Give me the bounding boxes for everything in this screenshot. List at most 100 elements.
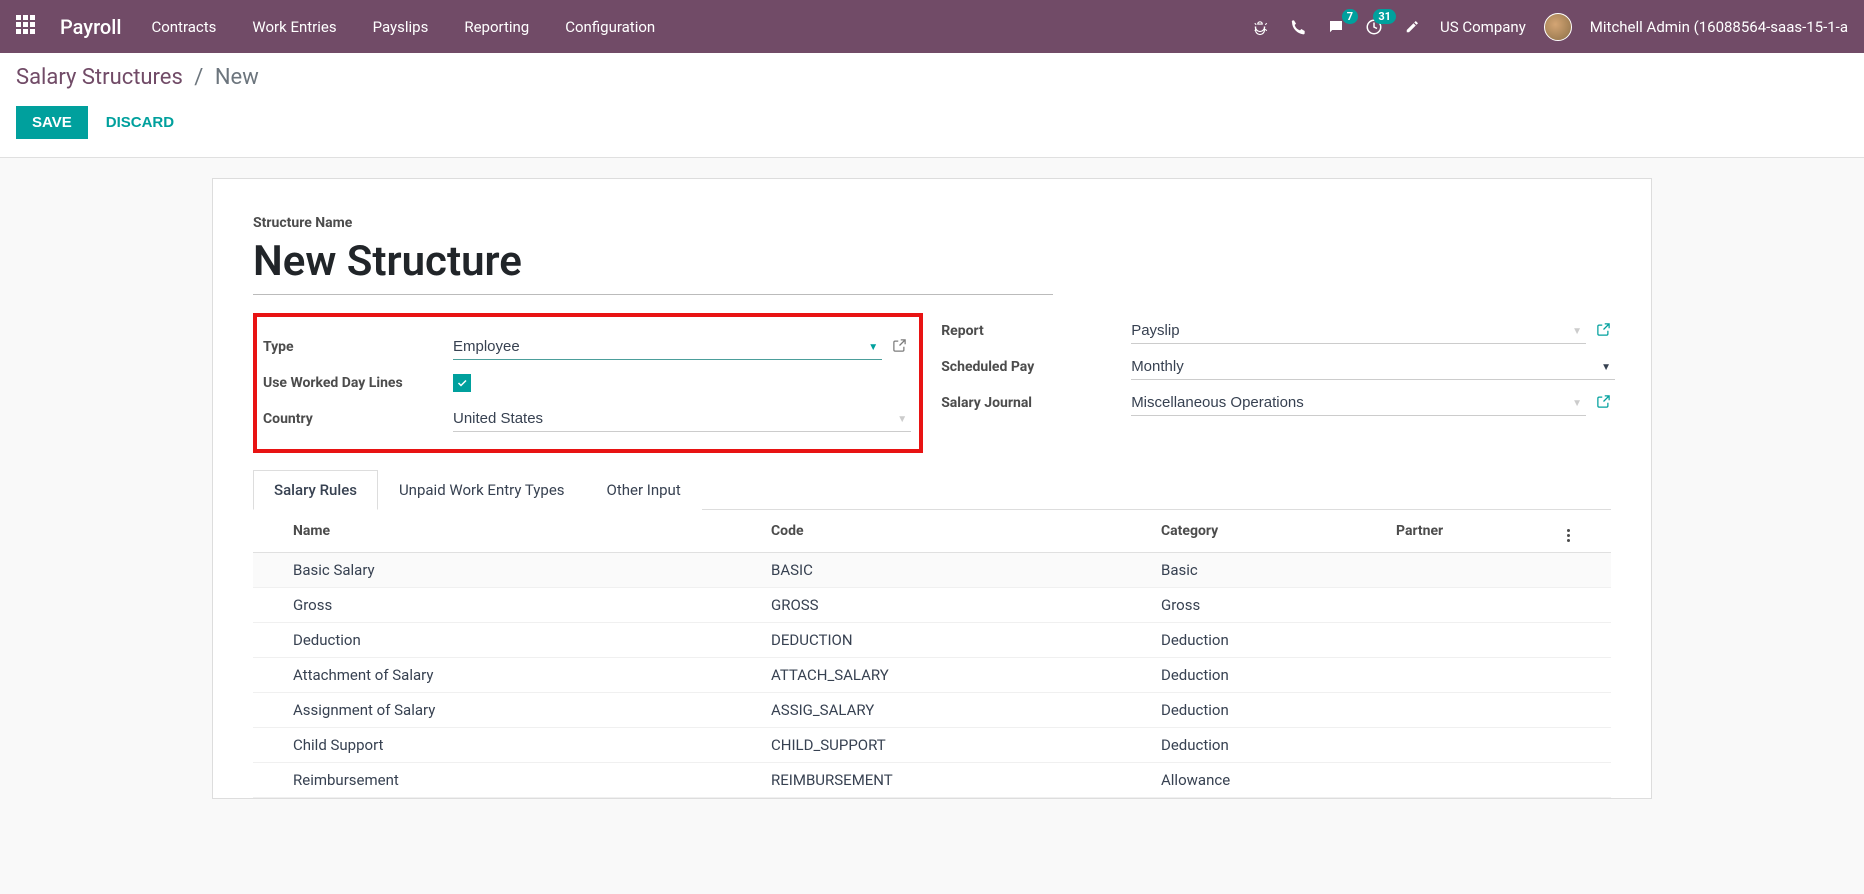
cell-code: ATTACH_SALARY xyxy=(763,658,1153,693)
breadcrumb-root[interactable]: Salary Structures xyxy=(16,65,183,90)
right-column: Report ▼ Scheduled Pay ▼ Salary Journal xyxy=(941,313,1611,421)
table-row[interactable]: DeductionDEDUCTIONDeduction xyxy=(253,623,1611,658)
cell-code: REIMBURSEMENT xyxy=(763,763,1153,798)
tab-other-input[interactable]: Other Input xyxy=(586,470,702,510)
salary-rules-table: Name Code Category Partner Basic SalaryB… xyxy=(253,510,1611,798)
table-row[interactable]: Assignment of SalaryASSIG_SALARYDeductio… xyxy=(253,693,1611,728)
structure-name-field[interactable] xyxy=(253,235,1053,295)
tabs: Salary Rules Unpaid Work Entry Types Oth… xyxy=(253,469,1611,510)
cell-name: Basic Salary xyxy=(253,553,763,588)
cell-category: Basic xyxy=(1153,553,1388,588)
type-field[interactable] xyxy=(453,334,882,360)
sched-row: Scheduled Pay ▼ xyxy=(941,349,1611,385)
structure-name-label: Structure Name xyxy=(253,215,1611,231)
cell-name: Reimbursement xyxy=(253,763,763,798)
activity-badge: 31 xyxy=(1373,9,1396,24)
sched-field[interactable] xyxy=(1131,354,1615,380)
cell-code: CHILD_SUPPORT xyxy=(763,728,1153,763)
save-button[interactable]: SAVE xyxy=(16,106,88,139)
breadcrumb-current: New xyxy=(215,65,259,90)
app-brand[interactable]: Payroll xyxy=(60,15,121,39)
messages-icon[interactable]: 7 xyxy=(1326,17,1346,37)
cell-name: Assignment of Salary xyxy=(253,693,763,728)
uwd-checkbox[interactable] xyxy=(453,374,471,392)
cell-partner xyxy=(1388,553,1559,588)
journal-label: Salary Journal xyxy=(941,395,1131,411)
discard-button[interactable]: DISCARD xyxy=(106,114,174,131)
avatar[interactable] xyxy=(1544,13,1572,41)
col-code[interactable]: Code xyxy=(763,510,1153,553)
nav-configuration[interactable]: Configuration xyxy=(565,18,655,36)
messages-badge: 7 xyxy=(1342,9,1358,24)
nav-payslips[interactable]: Payslips xyxy=(373,18,429,36)
bug-icon[interactable] xyxy=(1250,17,1270,37)
journal-field[interactable] xyxy=(1131,390,1586,416)
nav-reporting[interactable]: Reporting xyxy=(464,18,529,36)
tab-unpaid-work-entry[interactable]: Unpaid Work Entry Types xyxy=(378,470,586,510)
cell-partner xyxy=(1388,658,1559,693)
table-row[interactable]: Attachment of SalaryATTACH_SALARYDeducti… xyxy=(253,658,1611,693)
table-row[interactable]: GrossGROSSGross xyxy=(253,588,1611,623)
action-buttons: SAVE DISCARD xyxy=(16,106,1848,139)
form-sheet: Structure Name Type ▼ Use Worked Day Lin… xyxy=(212,178,1652,799)
cell-name: Deduction xyxy=(253,623,763,658)
cell-name: Attachment of Salary xyxy=(253,658,763,693)
cell-code: ASSIG_SALARY xyxy=(763,693,1153,728)
cell-category: Gross xyxy=(1153,588,1388,623)
table-row[interactable]: Child SupportCHILD_SUPPORTDeduction xyxy=(253,728,1611,763)
nav-work-entries[interactable]: Work Entries xyxy=(252,18,336,36)
report-row: Report ▼ xyxy=(941,313,1611,349)
cell-partner xyxy=(1388,728,1559,763)
control-panel: Salary Structures / New SAVE DISCARD xyxy=(0,53,1864,158)
col-name[interactable]: Name xyxy=(253,510,763,553)
country-label: Country xyxy=(263,411,453,427)
nav-menu: Contracts Work Entries Payslips Reportin… xyxy=(151,18,1250,36)
uwd-row: Use Worked Day Lines xyxy=(263,365,907,401)
report-field[interactable] xyxy=(1131,318,1586,344)
uwd-label: Use Worked Day Lines xyxy=(263,375,453,391)
cell-category: Deduction xyxy=(1153,693,1388,728)
cell-partner xyxy=(1388,588,1559,623)
activity-icon[interactable]: 31 xyxy=(1364,17,1384,37)
cell-category: Deduction xyxy=(1153,623,1388,658)
tools-icon[interactable] xyxy=(1402,17,1422,37)
apps-icon[interactable] xyxy=(16,15,40,39)
user-menu[interactable]: Mitchell Admin (16088564-saas-15-1-a xyxy=(1590,18,1848,36)
type-row: Type ▼ xyxy=(263,329,907,365)
highlighted-section: Type ▼ Use Worked Day Lines C xyxy=(253,313,923,453)
table-row[interactable]: ReimbursementREIMBURSEMENTAllowance xyxy=(253,763,1611,798)
journal-row: Salary Journal ▼ xyxy=(941,385,1611,421)
company-selector[interactable]: US Company xyxy=(1440,18,1526,36)
country-field[interactable] xyxy=(453,406,911,432)
cell-code: DEDUCTION xyxy=(763,623,1153,658)
external-link-icon[interactable] xyxy=(1596,322,1611,341)
cell-name: Child Support xyxy=(253,728,763,763)
external-link-icon[interactable] xyxy=(1596,394,1611,413)
nav-right: 7 31 US Company Mitchell Admin (16088564… xyxy=(1250,13,1848,41)
col-options xyxy=(1559,510,1611,553)
country-row: Country ▼ xyxy=(263,401,907,437)
form-grid: Type ▼ Use Worked Day Lines C xyxy=(253,313,1611,453)
kebab-icon[interactable] xyxy=(1567,529,1570,542)
cell-partner xyxy=(1388,693,1559,728)
cell-name: Gross xyxy=(253,588,763,623)
col-partner[interactable]: Partner xyxy=(1388,510,1559,553)
table-row[interactable]: Basic SalaryBASICBasic xyxy=(253,553,1611,588)
main-navbar: Payroll Contracts Work Entries Payslips … xyxy=(0,0,1864,53)
tab-salary-rules[interactable]: Salary Rules xyxy=(253,470,378,510)
sched-label: Scheduled Pay xyxy=(941,359,1131,375)
breadcrumb: Salary Structures / New xyxy=(16,65,1848,90)
phone-icon[interactable] xyxy=(1288,17,1308,37)
report-label: Report xyxy=(941,323,1131,339)
cell-category: Deduction xyxy=(1153,728,1388,763)
type-label: Type xyxy=(263,339,453,355)
nav-contracts[interactable]: Contracts xyxy=(151,18,216,36)
cell-category: Deduction xyxy=(1153,658,1388,693)
cell-partner xyxy=(1388,763,1559,798)
breadcrumb-sep: / xyxy=(194,65,203,90)
cell-partner xyxy=(1388,623,1559,658)
col-category[interactable]: Category xyxy=(1153,510,1388,553)
cell-code: GROSS xyxy=(763,588,1153,623)
external-link-icon[interactable] xyxy=(892,338,907,357)
cell-code: BASIC xyxy=(763,553,1153,588)
